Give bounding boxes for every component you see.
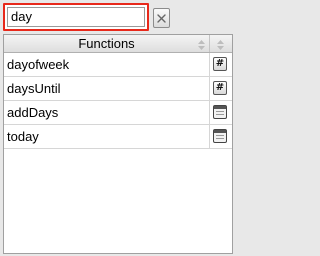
function-name: addDays [7,105,59,120]
functions-column-header[interactable]: Functions [4,35,210,52]
hash-icon: # [213,81,227,95]
table-row[interactable]: dayofweek # [4,53,232,77]
column-divider [209,101,210,124]
hash-icon: # [213,57,227,71]
table-header: Functions [4,35,232,53]
table-row[interactable]: today [4,125,232,149]
calendar-icon [213,105,227,119]
table-row[interactable]: addDays [4,101,232,125]
clear-search-button[interactable] [153,8,170,28]
column-divider [209,53,210,76]
column-divider [209,77,210,100]
function-name: dayofweek [7,57,70,72]
function-name: today [7,129,39,144]
calendar-icon [213,129,227,143]
search-highlight-frame [3,3,149,31]
search-input[interactable] [7,7,145,27]
column-divider [209,125,210,148]
function-name: daysUntil [7,81,61,96]
table-row[interactable]: daysUntil # [4,77,232,101]
functions-table: Functions dayofweek # daysUntil # addDay… [3,34,233,254]
close-icon [156,13,167,24]
